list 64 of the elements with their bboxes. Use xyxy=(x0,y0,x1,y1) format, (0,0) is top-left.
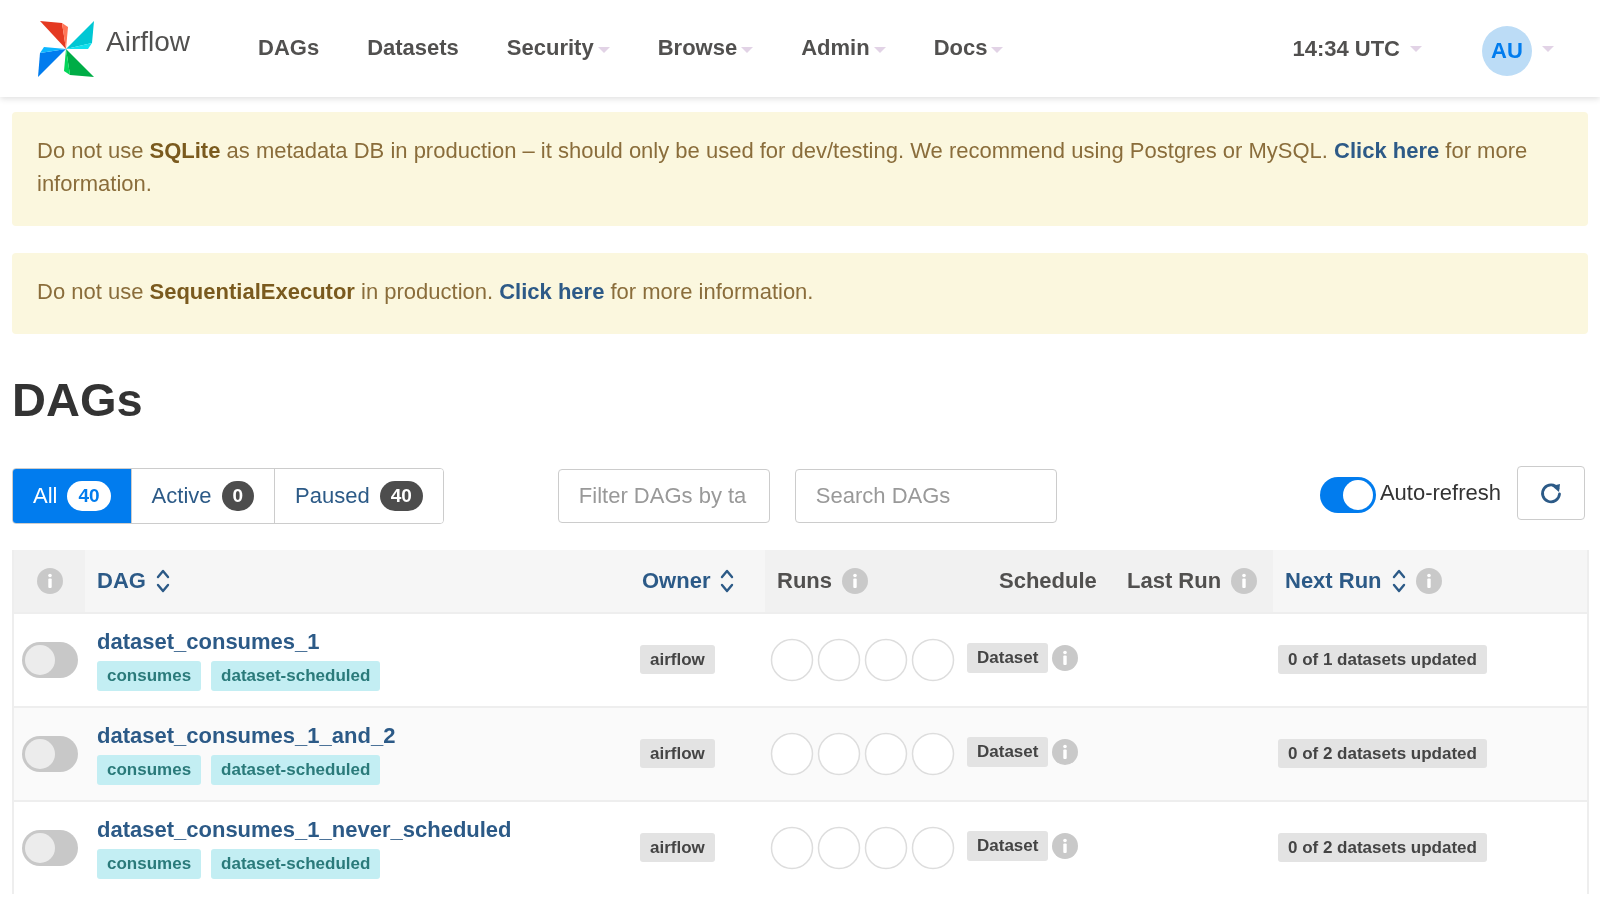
tag-label[interactable]: dataset-scheduled xyxy=(211,849,381,879)
alert-message: Do not use SQLite as metadata DB in production – it should only be used for dev/testing. We recommend using Postgres or MySQL. Click here for more information. xyxy=(37,137,1529,198)
info-icon xyxy=(1052,645,1079,671)
caret-icon xyxy=(1410,45,1422,52)
dag-name-link[interactable]: dataset_consumes_1_never_scheduled xyxy=(97,817,512,843)
dag-name-link[interactable]: dataset_consumes_1 xyxy=(97,629,320,655)
pause-toggle[interactable] xyxy=(21,642,78,678)
nav-menu-item[interactable]: Security xyxy=(482,34,634,61)
sort-icon[interactable] xyxy=(155,568,170,594)
refresh-button[interactable] xyxy=(1517,466,1585,520)
tag-label[interactable]: consumes xyxy=(97,661,202,691)
tag-label[interactable]: consumes xyxy=(97,849,202,879)
count-badge: 0 xyxy=(221,481,255,511)
column-header: Runs xyxy=(777,568,832,594)
dag-name-link[interactable]: dataset_consumes_1_and_2 xyxy=(97,723,396,749)
schedule-label: Dataset xyxy=(967,643,1049,673)
nav-menu-item[interactable]: Docs xyxy=(909,34,1028,61)
pause-toggle[interactable] xyxy=(21,736,78,772)
page-title: DAGs xyxy=(12,372,144,428)
nav-menu-item[interactable]: Admin xyxy=(777,34,910,61)
caret-icon xyxy=(991,46,1004,53)
info-icon xyxy=(1052,833,1079,859)
nav-menu-item[interactable]: DAGs xyxy=(234,34,344,61)
nav-menu-item[interactable]: Browse xyxy=(633,34,778,61)
caret-icon xyxy=(741,46,754,53)
search-field[interactable]: Search DAGs xyxy=(794,469,1057,523)
count-badge: 40 xyxy=(67,481,111,511)
info-icon xyxy=(36,568,63,594)
schedule-label: Dataset xyxy=(967,737,1049,767)
owner-label[interactable]: airflow xyxy=(640,739,715,768)
count-badge: 40 xyxy=(379,481,423,511)
toggle-switch[interactable] xyxy=(1319,477,1376,513)
sort-icon[interactable] xyxy=(720,568,735,594)
auto-refresh-label: Auto-refresh xyxy=(1379,480,1501,506)
next-run-label: 0 of 2 datasets updated xyxy=(1278,833,1487,862)
owner-label[interactable]: airflow xyxy=(640,645,715,674)
sort-icon[interactable] xyxy=(1391,568,1406,594)
next-run-label: 0 of 1 datasets updated xyxy=(1278,645,1487,674)
more-info-link[interactable]: Click here xyxy=(499,279,605,304)
more-info-link[interactable]: Click here xyxy=(1334,138,1440,163)
clock-button[interactable]: 14:34 UTC xyxy=(1286,34,1428,63)
alert-message: Do not use SequentialExecutor in production. Click here for more information. xyxy=(37,278,815,306)
owner-label[interactable]: airflow xyxy=(640,833,715,862)
caret-icon xyxy=(597,46,610,53)
status-filter-tab[interactable]: All 40 xyxy=(13,469,131,523)
tag-label[interactable]: dataset-scheduled xyxy=(211,755,381,785)
tag-label[interactable]: dataset-scheduled xyxy=(211,661,381,691)
column-header[interactable]: DAG xyxy=(97,568,146,594)
info-icon xyxy=(1052,739,1079,765)
pause-toggle[interactable] xyxy=(21,830,78,866)
refresh-icon xyxy=(1538,480,1564,506)
nav-menu-item[interactable]: Datasets xyxy=(343,34,483,61)
schedule-label: Dataset xyxy=(967,831,1049,861)
caret-icon xyxy=(1542,45,1554,52)
column-header: Schedule xyxy=(999,568,1097,594)
column-header: Last Run xyxy=(1127,568,1222,594)
next-run-label: 0 of 2 datasets updated xyxy=(1278,739,1487,768)
user-avatar: AU xyxy=(1482,25,1532,76)
brand-name[interactable]: Airflow xyxy=(106,25,190,58)
column-header[interactable]: Next Run xyxy=(1285,568,1382,594)
caret-icon xyxy=(873,46,886,53)
status-filter-tab[interactable]: Paused 40 xyxy=(274,469,443,523)
tag-filter-field[interactable]: Filter DAGs by ta xyxy=(557,469,770,523)
tag-label[interactable]: consumes xyxy=(97,755,202,785)
